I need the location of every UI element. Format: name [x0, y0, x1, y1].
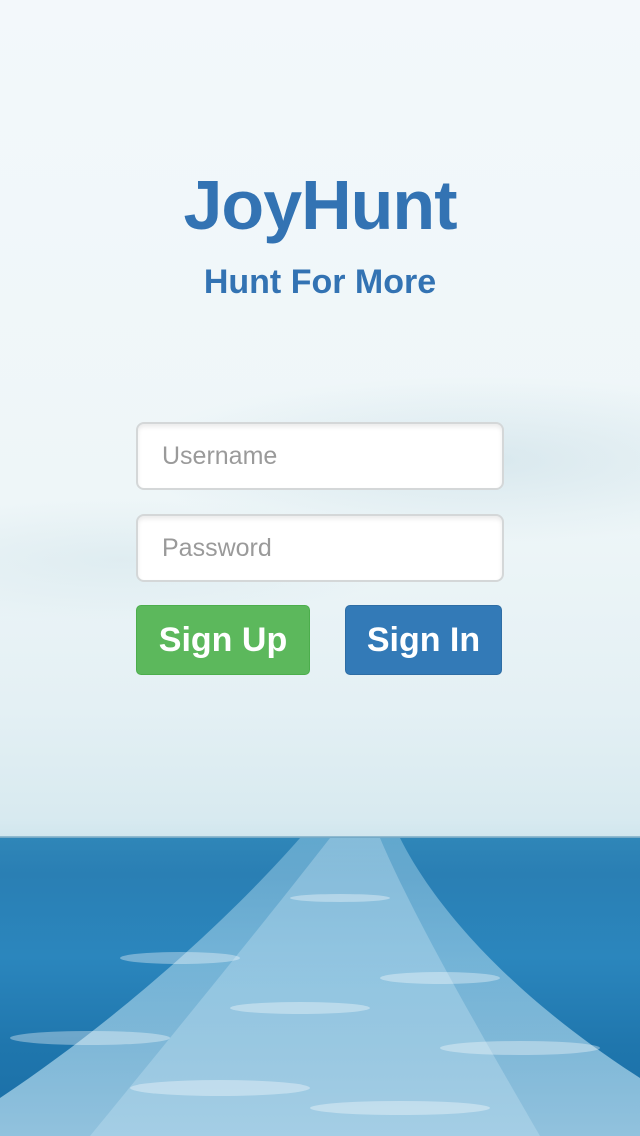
sign-in-button[interactable]: Sign In: [345, 605, 502, 675]
sea-with-wake: [0, 838, 640, 1136]
app-title: JoyHunt: [183, 166, 458, 244]
app-tagline: Hunt For More: [203, 263, 437, 301]
username-input[interactable]: [136, 422, 504, 490]
boat-wake-graphic: [0, 838, 640, 1136]
sign-up-label: Sign Up: [158, 620, 288, 659]
password-input[interactable]: [136, 514, 504, 582]
sign-in-label: Sign In: [366, 620, 481, 659]
sign-up-button[interactable]: Sign Up: [136, 605, 310, 675]
sky-haze: [0, 300, 640, 720]
